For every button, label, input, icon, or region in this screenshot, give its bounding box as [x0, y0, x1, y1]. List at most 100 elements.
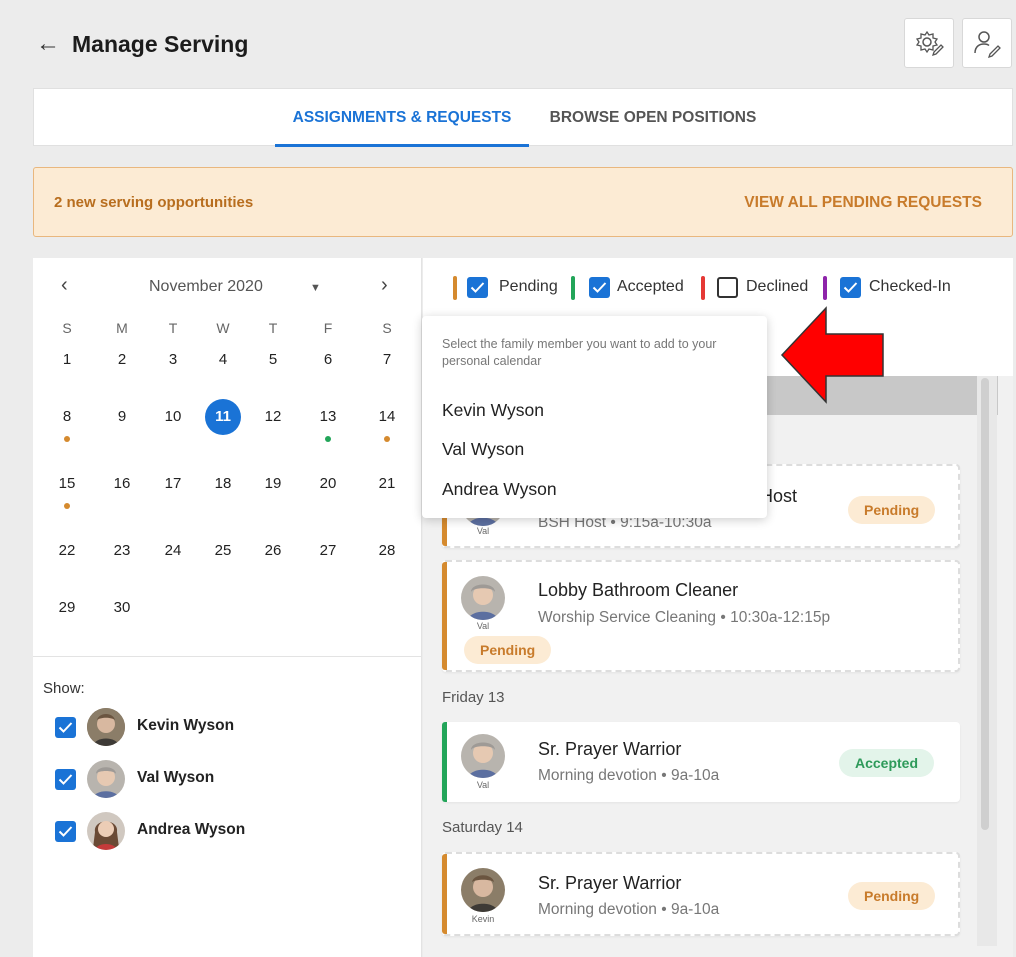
calendar-day[interactable]: 12: [253, 399, 293, 435]
popup-hint: Select the family member you want to add…: [442, 337, 717, 368]
assignment-card[interactable]: Val Sr. Prayer Warrior Morning devotion …: [442, 722, 960, 802]
calendar-day[interactable]: 7: [367, 342, 407, 378]
avatar-label: Kevin: [471, 914, 495, 924]
day-number: 13: [319, 408, 337, 425]
calendar-day[interactable]: 15: [47, 466, 87, 509]
legend-label: Pending: [499, 278, 558, 295]
assignment-card[interactable]: Kevin Sr. Prayer Warrior Morning devotio…: [442, 852, 960, 936]
scrollbar[interactable]: [981, 378, 989, 830]
calendar-day[interactable]: 24: [153, 533, 193, 569]
weekday-label: W: [216, 320, 230, 336]
member-checkbox[interactable]: [55, 821, 76, 842]
calendar-day[interactable]: 10: [153, 399, 193, 435]
calendar-day[interactable]: 20: [308, 466, 348, 502]
avatar-label: Val: [476, 780, 490, 790]
legend-checked-in[interactable]: Checked-In: [823, 276, 973, 300]
calendar-day[interactable]: 1: [47, 342, 87, 378]
arrow-left-icon[interactable]: ←: [36, 30, 60, 58]
check-icon: [58, 722, 73, 733]
calendar-day[interactable]: 2: [102, 342, 142, 378]
member-name: Val Wyson: [137, 769, 215, 786]
show-label: Show:: [43, 680, 85, 697]
weekday-label: S: [382, 320, 392, 336]
tab-assignments-requests[interactable]: ASSIGNMENTS & REQUESTS: [275, 89, 529, 147]
settings-button[interactable]: [904, 18, 954, 68]
chevron-right-icon[interactable]: ›: [381, 274, 388, 297]
check-icon: [843, 282, 858, 293]
chevron-left-icon[interactable]: ‹: [61, 274, 68, 297]
card-subtitle: Morning devotion • 9a-10a: [538, 901, 720, 918]
member-checkbox[interactable]: [55, 717, 76, 738]
calendar-day[interactable]: 30: [102, 590, 142, 626]
popup-item-andrea[interactable]: Andrea Wyson: [442, 479, 557, 500]
day-number: 11: [215, 408, 231, 425]
calendar-day[interactable]: 14: [367, 399, 407, 442]
legend-pending[interactable]: Pending: [453, 276, 583, 300]
calendar-day[interactable]: 29: [47, 590, 87, 626]
calendar-day[interactable]: 18: [203, 466, 243, 502]
legend-declined[interactable]: Declined: [701, 276, 821, 300]
popup-item-kevin[interactable]: Kevin Wyson: [442, 400, 544, 421]
calendar-day[interactable]: 23: [102, 533, 142, 569]
calendar-day[interactable]: 6: [308, 342, 348, 378]
weekday-label: F: [323, 320, 333, 336]
calendar-day[interactable]: 5: [253, 342, 293, 378]
check-icon: [470, 282, 485, 293]
calendar-day[interactable]: 8: [47, 399, 87, 442]
calendar-day[interactable]: 4: [203, 342, 243, 378]
calendar-day[interactable]: 17: [153, 466, 193, 502]
legend-accepted[interactable]: Accepted: [571, 276, 701, 300]
calendar-day[interactable]: 16: [102, 466, 142, 502]
calendar-day[interactable]: 21: [367, 466, 407, 502]
member-filter-val[interactable]: Val Wyson: [53, 760, 353, 800]
pending-color-strip: [453, 276, 457, 300]
calendar-day[interactable]: 28: [367, 533, 407, 569]
member-name: Kevin Wyson: [137, 717, 235, 734]
pending-dot: [64, 503, 70, 509]
weekday-label: M: [116, 320, 128, 336]
profile-button[interactable]: [962, 18, 1012, 68]
legend-label: Checked-In: [869, 278, 951, 295]
calendar-day[interactable]: 19: [253, 466, 293, 502]
calendar-day[interactable]: 3: [153, 342, 193, 378]
caret-down-icon[interactable]: ▼: [310, 282, 321, 294]
member-filter-kevin[interactable]: Kevin Wyson: [53, 708, 353, 748]
pending-dot: [384, 436, 390, 442]
pending-checkbox[interactable]: [467, 277, 488, 298]
accepted-checkbox[interactable]: [589, 277, 610, 298]
member-checkbox[interactable]: [55, 769, 76, 790]
calendar-day-today[interactable]: 11: [203, 399, 243, 435]
member-filter-andrea[interactable]: Andrea Wyson: [53, 812, 353, 852]
status-badge: Pending: [848, 882, 936, 910]
calendar-day[interactable]: 9: [102, 399, 142, 435]
accepted-color-strip: [571, 276, 575, 300]
calendar-day[interactable]: 27: [308, 533, 348, 569]
tabs-bar: ASSIGNMENTS & REQUESTS BROWSE OPEN POSIT…: [33, 88, 1013, 147]
avatar-label: Val: [476, 526, 490, 536]
calendar-panel: ‹ November 2020 ▼ › S M T W T F S 1 2 3 …: [33, 258, 422, 957]
assignment-card[interactable]: Val Lobby Bathroom Cleaner Worship Servi…: [442, 560, 960, 672]
view-pending-requests-link[interactable]: VIEW ALL PENDING REQUESTS: [744, 168, 982, 238]
popup-item-val[interactable]: Val Wyson: [442, 439, 524, 460]
checked-in-color-strip: [823, 276, 827, 300]
status-strip: [442, 854, 447, 934]
calendar-day[interactable]: 22: [47, 533, 87, 569]
banner-text: 2 new serving opportunities: [54, 194, 254, 211]
calendar-month[interactable]: November 2020: [149, 278, 263, 296]
legend-label: Declined: [746, 278, 809, 295]
day-number: 14: [378, 408, 396, 425]
calendar-day[interactable]: 13: [308, 399, 348, 442]
avatar: [87, 708, 125, 746]
declined-checkbox[interactable]: [717, 277, 738, 298]
tab-browse-open-positions[interactable]: BROWSE OPEN POSITIONS: [538, 89, 768, 147]
red-arrow-annotation-icon: [780, 306, 884, 404]
page-title: Manage Serving: [72, 31, 249, 57]
calendar-day[interactable]: 25: [203, 533, 243, 569]
status-badge: Pending: [464, 636, 552, 664]
day-number: 8: [62, 408, 72, 425]
weekday-label: T: [268, 320, 278, 336]
avatar: [461, 868, 505, 912]
calendar-day[interactable]: 26: [253, 533, 293, 569]
checked-in-checkbox[interactable]: [840, 277, 861, 298]
declined-color-strip: [701, 276, 705, 300]
